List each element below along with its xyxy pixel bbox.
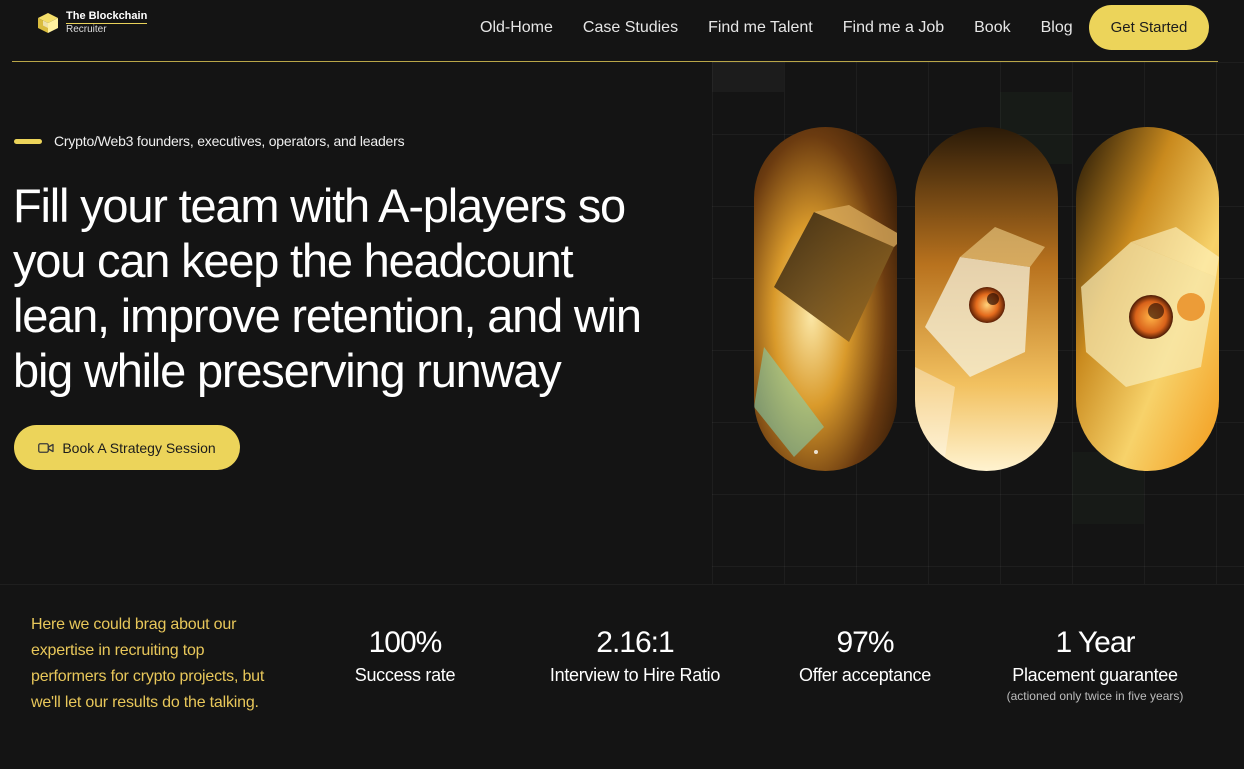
stat-offer-acceptance: 97% Offer acceptance [780,625,950,687]
brand-name-line1: The Blockchain [66,10,148,24]
brand-name-line2: Recruiter [66,24,107,35]
nav-link-book[interactable]: Book [959,17,1025,39]
cube-logo-icon [38,13,58,33]
nav-link-find-me-a-job[interactable]: Find me a Job [828,17,959,39]
stat-value: 2.16:1 [596,626,674,659]
stat-label: Offer acceptance [799,665,931,685]
nav-link-old-home[interactable]: Old-Home [465,17,568,39]
eyebrow-accent-bar [14,138,42,144]
hero-eyebrow: Crypto/Web3 founders, executives, operat… [14,133,405,149]
book-strategy-session-button[interactable]: Book A Strategy Session [14,425,240,470]
nav-link-blog[interactable]: Blog [1026,17,1088,39]
brand-logo[interactable]: The Blockchain Recruiter [36,10,148,35]
stat-value: 100% [368,626,443,659]
nav-links: Old-Home Case Studies Find me Talent Fin… [465,17,1088,39]
headline-line-4: big while preserving runway [13,344,562,397]
hero-image-pill-3 [1076,127,1219,471]
video-camera-icon [38,442,54,453]
eyebrow-text: Crypto/Web3 founders, executives, operat… [54,133,405,149]
results-stats-section: Here we could brag about our expertise i… [0,584,1244,769]
top-navigation: The Blockchain Recruiter Old-Home Case S… [0,0,1244,62]
hero-image-pill-1 [754,127,897,471]
brand-name: The Blockchain Recruiter [66,10,148,35]
results-intro-text: Here we could brag about our expertise i… [31,616,265,711]
stat-value: 97% [836,626,894,659]
stat-label: Placement guarantee [1012,665,1178,685]
stat-label: Success rate [354,665,456,685]
stat-label: Interview to Hire Ratio [549,665,721,685]
nav-link-find-me-talent[interactable]: Find me Talent [693,17,828,39]
stat-note: (actioned only twice in five years) [1006,689,1184,703]
nav-divider [12,61,1218,62]
hero-headline: Fill your team with A-players so you can… [13,178,713,398]
nav-link-case-studies[interactable]: Case Studies [568,17,693,39]
headline-line-1: Fill your team with A-players so [13,179,626,232]
get-started-button[interactable]: Get Started [1089,5,1209,50]
stat-success-rate: 100% Success rate [330,625,480,687]
stat-interview-to-hire-ratio: 2.16:1 Interview to Hire Ratio [530,625,740,687]
hero-image-pill-2 [915,127,1058,471]
headline-line-2: you can keep the headcount [13,234,574,287]
headline-line-3: lean, improve retention, and win [13,289,642,342]
stat-value: 1 Year [1055,626,1135,659]
stat-placement-guarantee: 1 Year Placement guarantee (actioned onl… [995,625,1195,703]
book-strategy-session-label: Book A Strategy Session [62,439,216,456]
